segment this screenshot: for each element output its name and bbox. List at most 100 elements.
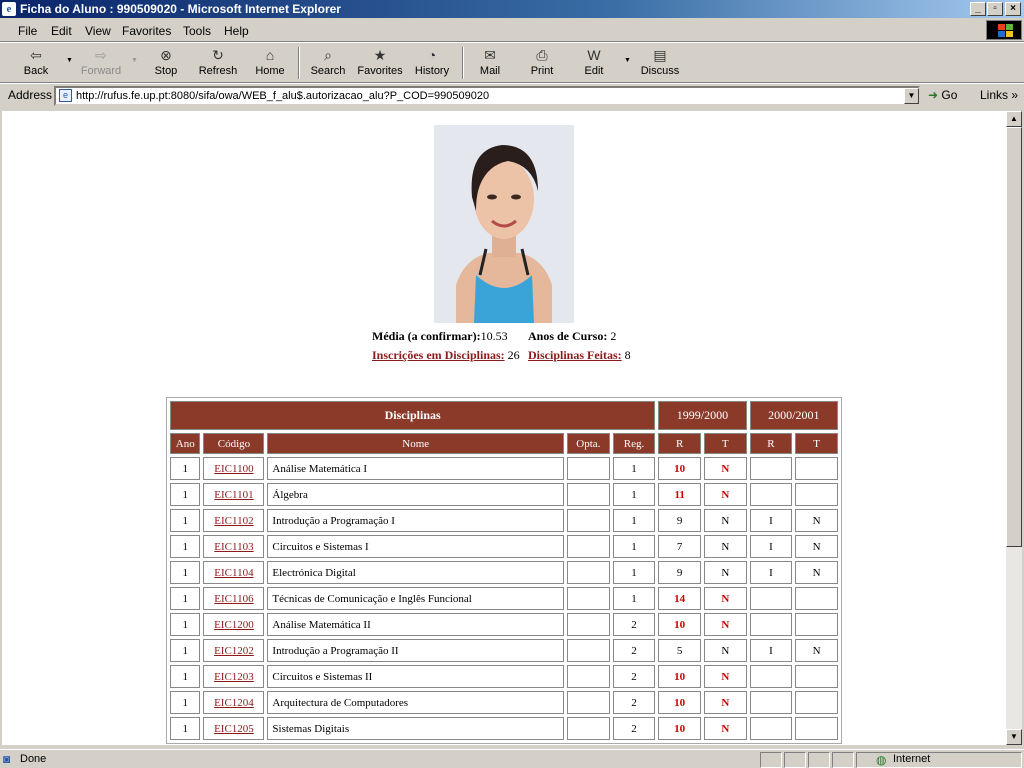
discuss-button[interactable]: ▤ Discuss	[638, 46, 682, 82]
course-code-link[interactable]: EIC1102	[214, 515, 253, 527]
address-label: Address	[8, 88, 53, 102]
search-button[interactable]: ⌕ Search	[308, 46, 348, 82]
menu-file[interactable]: File	[18, 24, 37, 38]
menu-view[interactable]: View	[85, 24, 111, 38]
status-pane	[832, 752, 854, 768]
mail-icon: ✉	[484, 47, 496, 63]
inscricoes-link[interactable]: Inscrições em Disciplinas:	[372, 348, 505, 362]
cell-t-2000	[795, 613, 838, 636]
cell-t-2000	[795, 587, 838, 610]
course-code-link[interactable]: EIC1101	[214, 489, 253, 501]
col-codigo: Código	[203, 433, 265, 454]
course-code-link[interactable]: EIC1202	[214, 645, 254, 657]
cell-ano: 1	[170, 457, 201, 480]
scroll-thumb[interactable]	[1006, 127, 1022, 547]
cell-t-2000: N	[795, 561, 838, 584]
scroll-up-icon[interactable]: ▲	[1006, 111, 1022, 127]
cell-codigo: EIC1100	[203, 457, 265, 480]
cell-codigo: EIC1204	[203, 691, 265, 714]
cell-reg: 2	[612, 717, 656, 740]
table-row: 1 EIC1104 Electrónica Digital 1 9 N I N	[170, 561, 838, 584]
cell-ano: 1	[170, 639, 201, 662]
cell-t-2000: N	[795, 535, 838, 558]
address-input[interactable]: e http://rufus.fe.up.pt:8080/sifa/owa/WE…	[54, 86, 920, 106]
maximize-button[interactable]: ▫	[987, 2, 1003, 16]
status-pane	[808, 752, 830, 768]
home-icon: ⌂	[265, 47, 275, 63]
print-button[interactable]: ⎙ Print	[524, 46, 560, 82]
cell-nome: Arquitectura de Computadores	[267, 691, 564, 714]
cell-t-2000: N	[795, 639, 838, 662]
menu-tools[interactable]: Tools	[183, 24, 211, 38]
cell-reg: 1	[612, 587, 656, 610]
cell-r-2000: I	[749, 639, 793, 662]
forward-arrow-icon: ⇨	[95, 47, 107, 63]
cell-nome: Introdução a Programação II	[267, 639, 564, 662]
menu-help[interactable]: Help	[224, 24, 249, 38]
stop-button[interactable]: ⊗ Stop	[148, 46, 184, 82]
cell-opta	[567, 457, 610, 480]
refresh-button[interactable]: ↻ Refresh	[196, 46, 240, 82]
cell-nome: Circuitos e Sistemas I	[267, 535, 564, 558]
standard-toolbar: ⇦ Back ▼ ⇨ Forward ▼ ⊗ Stop ↻ Refresh ⌂ Home …	[0, 43, 1024, 83]
cell-opta	[567, 665, 610, 688]
course-code-link[interactable]: EIC1205	[214, 723, 254, 735]
zone-text: Internet	[893, 753, 931, 765]
cell-ano: 1	[170, 561, 201, 584]
inscricoes-info: Inscrições em Disciplinas: 26	[372, 348, 520, 363]
cell-ano: 1	[170, 509, 201, 532]
address-url: http://rufus.fe.up.pt:8080/sifa/owa/WEB_…	[76, 90, 490, 102]
cell-opta	[567, 587, 610, 610]
course-code-link[interactable]: EIC1104	[214, 567, 253, 579]
cell-opta	[567, 483, 610, 506]
course-code-link[interactable]: EIC1204	[214, 697, 254, 709]
menu-favorites[interactable]: Favorites	[122, 24, 171, 38]
forward-button[interactable]: ⇨ Forward	[78, 46, 124, 82]
forward-dropdown-icon[interactable]: ▼	[131, 57, 138, 64]
cell-ano: 1	[170, 587, 201, 610]
course-code-link[interactable]: EIC1203	[214, 671, 254, 683]
course-code-link[interactable]: EIC1100	[214, 463, 253, 475]
cell-ano: 1	[170, 613, 201, 636]
scroll-down-icon[interactable]: ▼	[1006, 729, 1022, 745]
col-reg: Reg.	[612, 433, 656, 454]
vertical-scrollbar[interactable]: ▲ ▼	[1006, 111, 1022, 745]
history-button[interactable]: ◔ History	[412, 46, 452, 82]
edit-button[interactable]: W Edit	[576, 46, 612, 82]
address-dropdown-icon[interactable]: ▼	[904, 88, 919, 104]
discuss-icon: ▤	[653, 47, 667, 63]
cell-ano: 1	[170, 717, 201, 740]
go-button[interactable]: ➜ Go	[928, 88, 957, 102]
feitas-info: Disciplinas Feitas: 8	[528, 348, 631, 363]
close-button[interactable]: ×	[1005, 2, 1021, 16]
cell-opta	[567, 535, 610, 558]
disciplinas-feitas-link[interactable]: Disciplinas Feitas:	[528, 348, 622, 362]
home-button[interactable]: ⌂ Home	[252, 46, 288, 82]
go-arrow-icon: ➜	[928, 88, 939, 102]
course-code-link[interactable]: EIC1106	[214, 593, 253, 605]
table-row: 1 EIC1100 Análise Matemática I 1 10 N	[170, 457, 838, 480]
favorites-button[interactable]: ★ Favorites	[354, 46, 406, 82]
course-code-link[interactable]: EIC1103	[214, 541, 253, 553]
cell-opta	[567, 509, 610, 532]
cell-codigo: EIC1203	[203, 665, 265, 688]
cell-r-1999: 9	[658, 509, 701, 532]
chevron-right-icon: »	[1011, 88, 1019, 102]
media-info: Média (a confirmar):10.53	[372, 329, 508, 344]
anos-label: Anos de Curso:	[528, 329, 608, 343]
course-code-link[interactable]: EIC1200	[214, 619, 254, 631]
cell-t-1999: N	[703, 639, 747, 662]
links-button[interactable]: Links »	[980, 88, 1018, 102]
edit-dropdown-icon[interactable]: ▼	[624, 57, 631, 64]
minimize-button[interactable]: _	[970, 2, 986, 16]
back-dropdown-icon[interactable]: ▼	[66, 57, 73, 64]
cell-nome: Electrónica Digital	[267, 561, 564, 584]
cell-opta	[567, 639, 610, 662]
back-button[interactable]: ⇦ Back	[16, 46, 56, 82]
cell-reg: 1	[612, 483, 656, 506]
cell-nome: Álgebra	[267, 483, 564, 506]
table-row: 1 EIC1106 Técnicas de Comunicação e Inglês…	[170, 587, 838, 610]
menu-bar: File Edit View Favorites Tools Help	[0, 19, 1024, 42]
mail-button[interactable]: ✉ Mail	[472, 46, 508, 82]
menu-edit[interactable]: Edit	[51, 24, 72, 38]
